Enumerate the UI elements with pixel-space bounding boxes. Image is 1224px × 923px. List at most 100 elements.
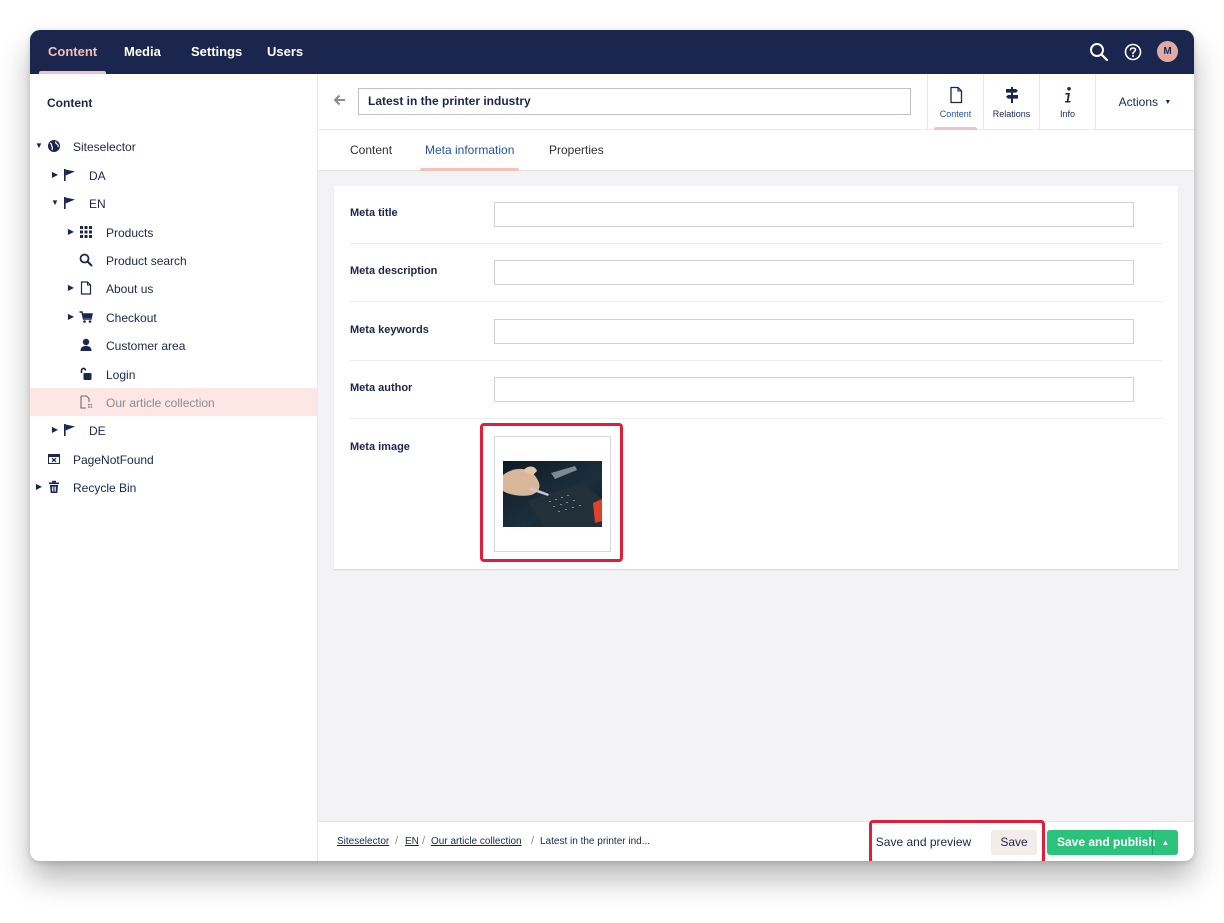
tree-item-label: Product search <box>106 254 187 268</box>
caret-right-icon[interactable]: ▶ <box>66 227 76 237</box>
tree-item-pagenotfound[interactable]: PageNotFound <box>30 445 317 473</box>
flag-icon <box>63 196 77 210</box>
topnav-content[interactable]: Content <box>38 30 107 74</box>
user-icon <box>79 338 93 352</box>
breadcrumb-siteselector[interactable]: Siteselector <box>337 836 389 847</box>
content-name-input[interactable]: Latest in the printer industry <box>358 88 911 115</box>
tree-item-da[interactable]: ▶ DA <box>30 161 317 189</box>
app-label: Info <box>1059 109 1075 119</box>
breadcrumb-separator: / <box>395 835 399 847</box>
user-avatar[interactable]: M <box>1157 41 1178 62</box>
info-icon <box>1060 86 1076 104</box>
meta-author-input[interactable] <box>494 377 1134 402</box>
meta-keywords-input[interactable] <box>494 319 1134 344</box>
tree-item-label: Recycle Bin <box>73 481 137 495</box>
unlock-icon <box>79 367 93 381</box>
property-meta-title: Meta title <box>350 186 1162 244</box>
caret-down-icon: ▼ <box>1164 99 1172 106</box>
tree-item-checkout[interactable]: ▶ Checkout <box>30 303 317 331</box>
save-and-publish-button[interactable]: Save and publish ▲ <box>1047 830 1178 855</box>
tree-item-label: EN <box>89 197 106 211</box>
editor-footer: Siteselector / EN / Our article collecti… <box>318 820 1194 861</box>
tree-item-label: About us <box>106 282 154 296</box>
tree-item-label: Our article collection <box>106 396 215 410</box>
tree-item-products[interactable]: ▶ Products <box>30 218 317 246</box>
save-buttons-highlight <box>869 820 1045 861</box>
breadcrumb-separator: / <box>531 835 535 847</box>
tree-item-label: DA <box>89 169 106 183</box>
topnav-users[interactable]: Users <box>267 30 303 74</box>
breadcrumb-our-article-collection[interactable]: Our article collection <box>431 836 522 847</box>
caret-right-icon[interactable]: ▶ <box>34 482 44 492</box>
property-label: Meta author <box>350 382 413 394</box>
flag-icon <box>63 423 77 437</box>
tree-item-about-us[interactable]: ▶ About us <box>30 274 317 302</box>
tree-item-login[interactable]: Login <box>30 360 317 388</box>
actions-label: Actions <box>1118 95 1159 109</box>
tree-item-label: Checkout <box>106 311 157 325</box>
property-meta-description: Meta description <box>350 244 1162 302</box>
property-label: Meta description <box>350 265 438 277</box>
tab-properties[interactable]: Properties <box>549 130 604 171</box>
meta-title-input[interactable] <box>494 202 1134 227</box>
tree-item-label: Products <box>106 226 154 240</box>
caret-right-icon[interactable]: ▶ <box>50 425 60 435</box>
tab-content[interactable]: Content <box>350 130 392 171</box>
tree-item-recycle-bin[interactable]: ▶ Recycle Bin <box>30 473 317 501</box>
property-meta-image: Meta image <box>350 419 1162 569</box>
tree-item-customer-area[interactable]: Customer area <box>30 331 317 359</box>
content-tree-sidebar: Content ▼ Siteselector ▶ DA ▼ EN ▶ Produ… <box>30 74 318 861</box>
tree-item-label: Login <box>106 368 136 382</box>
globe-icon <box>47 139 61 153</box>
caret-right-icon[interactable]: ▶ <box>50 170 60 180</box>
document-icon <box>79 281 93 295</box>
tree-item-our-article-collection[interactable]: Our article collection <box>30 388 317 416</box>
app-content-button[interactable]: Content <box>927 74 983 130</box>
property-label: Meta title <box>350 207 398 219</box>
meta-image-highlight <box>480 423 623 562</box>
trash-icon <box>47 480 61 494</box>
editor-content-area: I Meta title Meta description Meta keywo… <box>318 171 1194 821</box>
tree-item-en[interactable]: ▼ EN <box>30 189 317 217</box>
property-label: Meta keywords <box>350 324 429 336</box>
tree-item-product-search[interactable]: Product search <box>30 246 317 274</box>
actions-dropdown-button[interactable]: Actions ▼ <box>1095 74 1194 130</box>
tree-item-label: PageNotFound <box>73 453 154 467</box>
tree-item-label: Customer area <box>106 339 186 353</box>
property-label: Meta image <box>350 441 410 453</box>
tab-meta-information[interactable]: Meta information <box>419 130 520 171</box>
flag-icon <box>63 168 77 182</box>
breadcrumb-current: Latest in the printer ind... <box>540 836 651 847</box>
tree-item-siteselector[interactable]: ▼ Siteselector <box>30 132 317 160</box>
sidebar-title: Content <box>47 96 93 110</box>
caret-up-icon[interactable]: ▲ <box>1152 830 1178 855</box>
help-icon[interactable] <box>1122 41 1144 63</box>
breadcrumb-en[interactable]: EN <box>405 836 419 847</box>
topnav-settings[interactable]: Settings <box>191 30 242 74</box>
topnav-media[interactable]: Media <box>124 30 161 74</box>
meta-information-panel: I Meta title Meta description Meta keywo… <box>334 186 1178 569</box>
search-icon[interactable] <box>1088 41 1110 63</box>
app-label: Relations <box>992 109 1031 119</box>
top-navigation-bar: Content Media Settings Users M <box>30 30 1194 74</box>
content-tabs: Content Meta information Properties <box>318 130 1194 171</box>
editor-header: Latest in the printer industry Content R… <box>318 74 1194 130</box>
tree-item-de[interactable]: ▶ DE <box>30 416 317 444</box>
app-label: Content <box>939 109 972 119</box>
meta-description-input[interactable] <box>494 260 1134 285</box>
grid-icon <box>79 225 93 239</box>
app-relations-button[interactable]: Relations <box>983 74 1039 130</box>
tree-item-label: DE <box>89 424 106 438</box>
app-info-button[interactable]: Info <box>1039 74 1095 130</box>
back-arrow-icon[interactable] <box>332 92 348 108</box>
caret-right-icon[interactable]: ▶ <box>66 312 76 322</box>
caret-down-icon[interactable]: ▼ <box>34 141 44 151</box>
caret-down-icon[interactable]: ▼ <box>50 198 60 208</box>
property-meta-keywords: Meta keywords <box>350 302 1162 361</box>
app-window: Content Media Settings Users M Content ▼… <box>30 30 1194 861</box>
cart-icon <box>79 310 93 324</box>
document-list-icon <box>79 395 93 409</box>
property-meta-author: Meta author <box>350 361 1162 419</box>
caret-right-icon[interactable]: ▶ <box>66 283 76 293</box>
tree-item-label: Siteselector <box>73 140 136 154</box>
